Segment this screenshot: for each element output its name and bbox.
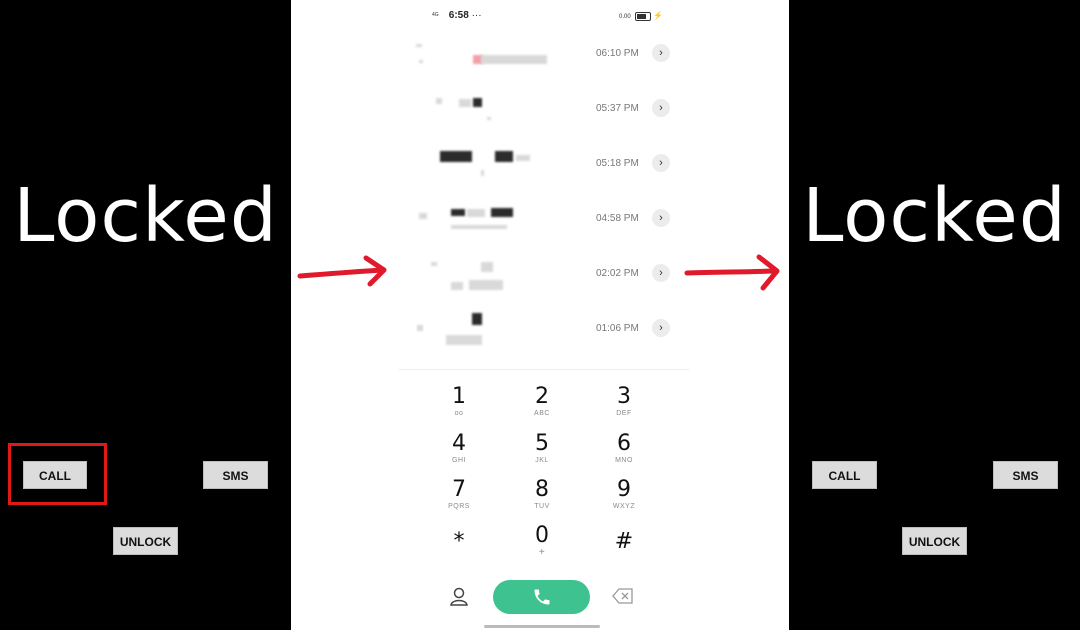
arrow-right-icon [297, 255, 387, 287]
call-time: 06:10 PM [596, 48, 639, 59]
network-indicator: 4G [432, 12, 439, 18]
locked-title: Locked [802, 173, 1067, 259]
key-8[interactable]: 8 TUV [512, 478, 572, 512]
battery-icon [635, 11, 652, 21]
left-lock-screen: Locked CALL SMS UNLOCK [0, 0, 291, 630]
status-dots: ··· [471, 10, 482, 22]
status-time: 6:58 [448, 10, 469, 21]
recent-call-row[interactable]: 05:37 PM › [291, 95, 789, 125]
call-time: 05:37 PM [596, 103, 639, 114]
locked-title: Locked [13, 173, 278, 259]
chevron-right-icon[interactable]: › [652, 264, 670, 282]
recent-call-row[interactable]: 01:06 PM › [291, 313, 789, 345]
key-3[interactable]: 3 DEF [594, 385, 654, 419]
dial-call-button[interactable] [493, 580, 590, 614]
phone-icon [534, 589, 549, 605]
arrow-right-icon [684, 254, 780, 291]
chevron-right-icon[interactable]: › [652, 154, 670, 172]
chevron-right-icon[interactable]: › [652, 44, 670, 62]
call-time: 04:58 PM [596, 213, 639, 224]
recent-call-row[interactable]: 04:58 PM › [291, 205, 789, 235]
recent-call-row[interactable]: 06:10 PM › [291, 40, 789, 70]
backspace-icon[interactable] [612, 588, 634, 609]
contacts-icon[interactable] [449, 586, 469, 613]
unlock-button[interactable]: UNLOCK [902, 527, 967, 555]
unlock-button[interactable]: UNLOCK [113, 527, 178, 555]
charging-icon: ⚡ [653, 11, 663, 20]
key-5[interactable]: 5 JKL [512, 432, 572, 466]
call-button[interactable]: CALL [812, 461, 877, 489]
sms-button[interactable]: SMS [993, 461, 1058, 489]
network-speed: 0.00 [619, 14, 631, 20]
chevron-right-icon[interactable]: › [652, 319, 670, 337]
status-bar: 4G 6:58 ··· 0.00 ⚡ [291, 8, 789, 24]
key-0[interactable]: 0 + [512, 524, 572, 558]
voicemail-icon: ᴏᴏ [454, 410, 464, 417]
chevron-right-icon[interactable]: › [652, 209, 670, 227]
phone-dialer-screen: 4G 6:58 ··· 0.00 ⚡ 06:10 PM › 05:37 PM ›… [291, 0, 789, 630]
key-7[interactable]: 7 PQRS [429, 478, 489, 512]
call-highlight-box [8, 443, 107, 505]
key-9[interactable]: 9 WXYZ [594, 478, 654, 512]
chevron-right-icon[interactable]: › [652, 99, 670, 117]
recent-call-row[interactable]: 05:18 PM › [291, 150, 789, 180]
right-lock-screen: Locked CALL SMS UNLOCK [789, 0, 1080, 630]
key-6[interactable]: 6 MNO [594, 432, 654, 466]
key-star[interactable]: * [429, 530, 489, 554]
call-time: 02:02 PM [596, 268, 639, 279]
key-hash[interactable]: # [594, 530, 654, 554]
call-time: 05:18 PM [596, 158, 639, 169]
key-2[interactable]: 2 ABC [512, 385, 572, 419]
sms-button[interactable]: SMS [203, 461, 268, 489]
home-indicator [484, 625, 600, 628]
key-1[interactable]: 1 ᴏᴏ [429, 385, 489, 419]
key-4[interactable]: 4 GHI [429, 432, 489, 466]
call-time: 01:06 PM [596, 323, 639, 334]
divider [399, 369, 689, 370]
